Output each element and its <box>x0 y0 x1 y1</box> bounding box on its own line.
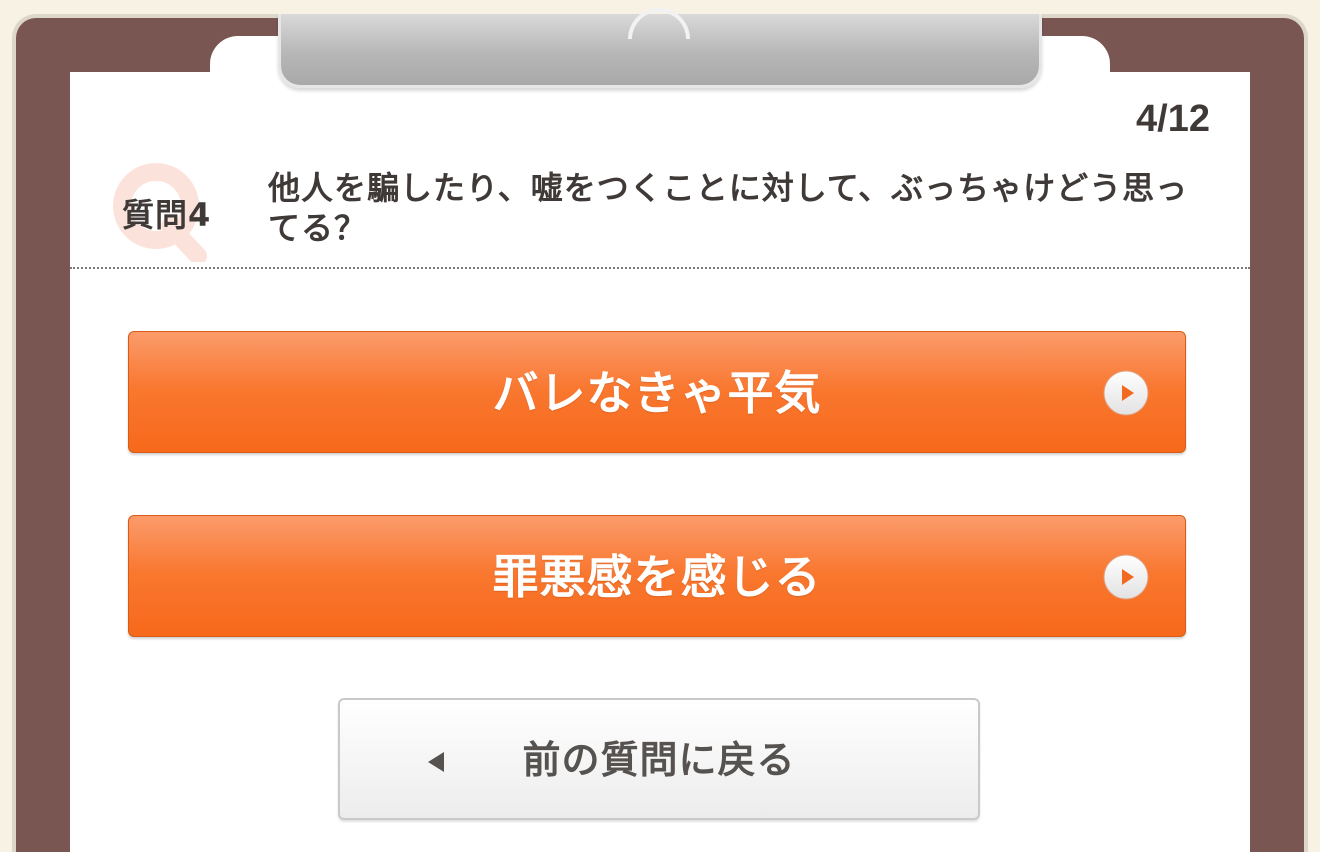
question-text: 他人を騙したり、嘘をつくことに対して、ぶっちゃけどう思ってる？ <box>268 169 1189 247</box>
back-button-label: 前の質問に戻る <box>522 738 796 782</box>
answer-button-1[interactable]: バレなきゃ平気 <box>128 331 1186 453</box>
play-circle-icon <box>1103 554 1149 600</box>
previous-question-button[interactable]: 前の質問に戻る <box>338 698 980 820</box>
answer-label: バレなきゃ平気 <box>492 366 822 420</box>
answer-label: 罪悪感を感じる <box>492 550 822 604</box>
progress-counter: 4/12 <box>1136 98 1210 140</box>
question-number: 質問4 <box>122 196 212 234</box>
play-circle-icon <box>1103 370 1149 416</box>
dotted-divider <box>70 267 1250 269</box>
quiz-screen: 4/12 質問4 他人を騙したり、嘘をつくことに対して、ぶっちゃけどう思ってる？… <box>0 0 1320 852</box>
answer-button-2[interactable]: 罪悪感を感じる <box>128 515 1186 637</box>
